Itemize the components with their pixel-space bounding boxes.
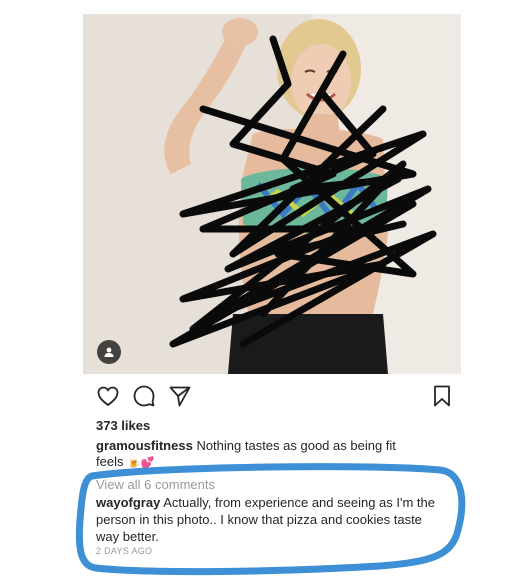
bookmark-icon[interactable] <box>430 384 454 408</box>
comment-item: wayofgray Actually, from experience and … <box>96 494 440 545</box>
user-tag-button[interactable] <box>97 340 121 364</box>
comment-icon[interactable] <box>132 384 156 408</box>
post-timestamp: 2 DAYS AGO <box>96 546 153 556</box>
view-all-comments-link[interactable]: View all 6 comments <box>96 477 215 492</box>
caption-username[interactable]: gramousfitness <box>96 438 193 453</box>
post-caption: gramousfitness Nothing tastes as good as… <box>96 438 426 468</box>
comment-username[interactable]: wayofgray <box>96 495 160 510</box>
post-photo[interactable] <box>83 14 461 374</box>
photo-illustration <box>83 14 461 374</box>
post-actions <box>96 384 456 412</box>
share-icon[interactable] <box>168 384 192 408</box>
caption-emojis: 🍺💕 <box>127 457 155 468</box>
heart-icon[interactable] <box>96 384 120 408</box>
user-tag-icon <box>104 347 114 357</box>
likes-count[interactable]: 373 likes <box>96 418 150 433</box>
